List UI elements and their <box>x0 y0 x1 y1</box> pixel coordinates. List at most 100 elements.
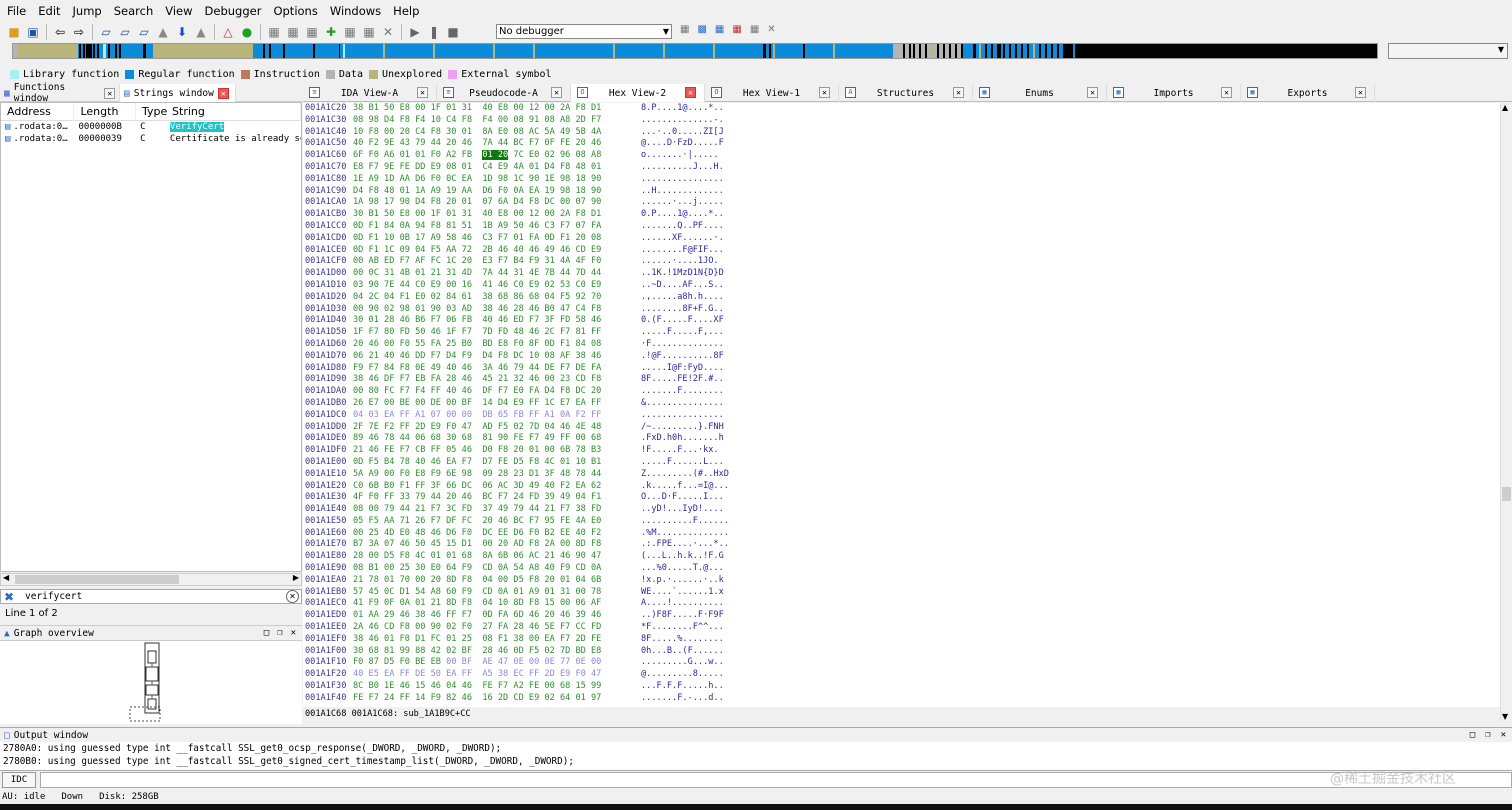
table-row[interactable]: ▤ .rodata:0… 00000039 C Certificate is al… <box>1 133 301 145</box>
play-icon[interactable]: ▶ <box>407 24 423 40</box>
hex-row[interactable]: 001A1D90 38 46 DF F7 EB FA 28 46 45 21 32… <box>303 374 1500 386</box>
column-header-type[interactable]: Type <box>136 102 167 121</box>
hex-row[interactable]: 001A1DC0 04 03 EA FF A1 07 00 00 DB 65 FB… <box>303 410 1500 422</box>
hex-row[interactable]: 001A1C60 6F F0 A6 01 01 F0 A2 FB 01 20 7C… <box>303 150 1500 162</box>
tools-icon[interactable]: ✕ <box>767 24 775 35</box>
hex-row[interactable]: 001A1C20 38 B1 50 E8 00 1F 01 31 40 E8 00… <box>303 103 1500 115</box>
hex-view[interactable]: 001A1C20 38 B1 50 E8 00 1F 01 31 40 E8 00… <box>303 103 1500 707</box>
menu-item-debugger[interactable]: Debugger <box>200 0 269 22</box>
hex-row[interactable]: 001A1EB0 57 45 0C D1 54 A8 60 F9 CD 0A 01… <box>303 587 1500 599</box>
column-header-address[interactable]: Address <box>1 102 75 121</box>
hex-row[interactable]: 001A1DE0 89 46 78 44 06 68 30 68 81 90 FE… <box>303 433 1500 445</box>
hex-row[interactable]: 001A1CB0 30 B1 50 E8 00 1F 01 31 40 E8 00… <box>303 209 1500 221</box>
hex-row[interactable]: 001A1D40 30 01 28 46 B6 F7 06 FB 40 46 ED… <box>303 315 1500 327</box>
hex-row[interactable]: 001A1C80 1E A9 1D AA D6 F0 0C EA 1D 98 1C… <box>303 174 1500 186</box>
filter-input[interactable] <box>25 591 286 602</box>
tab-hex-view-2[interactable]: O Hex View-2 ✕ <box>571 84 705 102</box>
hex-row[interactable]: 001A1DF0 21 46 FE F7 CB FF 05 46 D0 F8 20… <box>303 445 1500 457</box>
hex-row[interactable]: 001A1EC0 41 F9 0F 0A 01 21 8D F8 04 10 8D… <box>303 598 1500 610</box>
hex-row[interactable]: 001A1D00 00 0C 31 4B 01 21 31 4D 7A 44 31… <box>303 268 1500 280</box>
vertical-scrollbar[interactable]: ▲ ▼ <box>1500 103 1512 721</box>
menu-item-edit[interactable]: Edit <box>33 0 67 22</box>
debugger-select[interactable]: No debugger ▼ <box>496 24 672 39</box>
close-icon[interactable]: ✕ <box>417 87 428 98</box>
menu-item-options[interactable]: Options <box>268 0 324 22</box>
hex-row[interactable]: 001A1F40 FE F7 24 FF 14 F9 82 46 16 2D CD… <box>303 693 1500 705</box>
search-binary-icon[interactable]: ▱ <box>117 24 133 40</box>
graph-icon[interactable]: ▦ <box>750 24 759 35</box>
close-icon[interactable]: ✕ <box>104 87 115 99</box>
tab-structures[interactable]: A Structures ✕ <box>839 84 973 102</box>
stop-icon[interactable]: ■ <box>445 24 461 40</box>
code-icon[interactable]: ▦ <box>266 24 282 40</box>
clear-icon[interactable]: ✕ <box>286 590 299 603</box>
menu-item-view[interactable]: View <box>160 0 199 22</box>
menu-item-search[interactable]: Search <box>109 0 161 22</box>
table-row[interactable]: ▤ .rodata:0… 0000000B C VerifyCert <box>1 121 301 133</box>
idc-input[interactable] <box>40 771 1512 788</box>
hex-row[interactable]: 001A1D60 20 46 00 F0 55 FA 25 B0 BD E8 F0… <box>303 339 1500 351</box>
trace-icon[interactable]: ▦ <box>715 24 724 35</box>
hex-row[interactable]: 001A1D30 00 90 02 98 01 90 03 AD 38 46 28… <box>303 304 1500 316</box>
hex-row[interactable]: 001A1C70 E8 F7 9E FE DD E9 08 01 C4 E9 4A… <box>303 162 1500 174</box>
down-arrow-icon[interactable]: ⬇ <box>174 24 190 40</box>
data-icon[interactable]: ▦ <box>285 24 301 40</box>
hex-row[interactable]: 001A1F20 40 E5 EA FF DE 50 EA FF A5 38 EC… <box>303 669 1500 681</box>
breakpoint-icon[interactable]: ▦ <box>680 24 689 35</box>
hex-row[interactable]: 001A1CA0 1A 98 17 90 D4 F8 20 01 07 6A D4… <box>303 197 1500 209</box>
hex-row[interactable]: 001A1EA0 21 78 01 70 00 20 8D F8 04 00 D5… <box>303 575 1500 587</box>
attach-icon[interactable]: ▩ <box>697 24 706 35</box>
scroll-left-icon[interactable]: ◀ <box>3 573 9 582</box>
tab-imports[interactable]: ▦ Imports ✕ <box>1107 84 1241 102</box>
float-icon[interactable]: □ <box>264 628 269 638</box>
hex-row[interactable]: 001A1F10 F0 87 D5 F0 BE EB 00 BF AE 47 0E… <box>303 657 1500 669</box>
tab-pseudocode-a[interactable]: ≡ Pseudocode-A ✕ <box>437 84 571 102</box>
close-icon[interactable]: ✕ <box>1501 730 1506 740</box>
close-icon[interactable]: ✕ <box>953 87 964 98</box>
hex-row[interactable]: 001A1F00 30 68 81 99 88 42 02 BF 28 46 0D… <box>303 646 1500 658</box>
tab-ida-view-a[interactable]: ≡ IDA View-A ✕ <box>303 84 437 102</box>
plugin-icon[interactable]: ▦ <box>342 24 358 40</box>
menu-item-file[interactable]: File <box>2 0 33 22</box>
delete-icon[interactable]: ✕ <box>380 24 396 40</box>
hex-row[interactable]: 001A1DA0 00 80 FC F7 F4 FF 40 46 DF F7 E0… <box>303 386 1500 398</box>
tab-strings-window[interactable]: ▤ Strings window ✕ <box>120 84 236 102</box>
hex-row[interactable]: 001A1C40 10 F8 00 20 C4 F8 30 01 8A E0 08… <box>303 127 1500 139</box>
hex-row[interactable]: 001A1D70 06 21 40 46 DD F7 D4 F9 D4 F8 DC… <box>303 351 1500 363</box>
hex-row[interactable]: 001A1CE0 0D F1 1C 09 04 F5 AA 72 2B 46 40… <box>303 245 1500 257</box>
hex-row[interactable]: 001A1E10 5A A9 00 F0 E8 F9 6E 98 09 28 23… <box>303 469 1500 481</box>
forward-icon[interactable]: ⇨ <box>71 24 87 40</box>
pause-icon[interactable]: ❚ <box>426 24 442 40</box>
float-icon[interactable]: □ <box>1470 730 1475 740</box>
restore-icon[interactable]: ❐ <box>277 628 282 638</box>
hex-row[interactable]: 001A1E80 28 00 D5 F8 4C 01 01 68 8A 6B 06… <box>303 551 1500 563</box>
hex-row[interactable]: 001A1F30 8C B0 1E 46 15 46 04 46 FE F7 A2… <box>303 681 1500 693</box>
hex-row[interactable]: 001A1EE0 2A 46 CD F8 00 90 02 F0 27 FA 28… <box>303 622 1500 634</box>
close-icon[interactable]: ✕ <box>551 87 562 98</box>
menu-item-windows[interactable]: Windows <box>325 0 388 22</box>
undefine-icon[interactable]: ▦ <box>361 24 377 40</box>
hex-row[interactable]: 001A1E70 B7 3A 07 46 50 45 15 D1 00 20 AD… <box>303 539 1500 551</box>
save-icon[interactable]: ▣ <box>25 24 41 40</box>
hex-row[interactable]: 001A1CC0 0D F1 84 0A 94 F8 81 51 1B A9 50… <box>303 221 1500 233</box>
hex-row[interactable]: 001A1ED0 01 AA 29 46 38 46 FF F7 0D FA 6D… <box>303 610 1500 622</box>
hex-row[interactable]: 001A1E50 05 F5 AA 71 26 F7 DF FC 20 46 BC… <box>303 516 1500 528</box>
open-icon[interactable]: ■ <box>6 24 22 40</box>
menu-item-help[interactable]: Help <box>388 0 426 22</box>
tab-exports[interactable]: ▦ Exports ✕ <box>1241 84 1375 102</box>
idc-button[interactable]: IDC <box>2 771 36 788</box>
close-icon[interactable]: ✕ <box>1087 87 1098 98</box>
close-icon[interactable]: ✕ <box>291 628 296 638</box>
step-icon[interactable]: ▦ <box>732 24 741 35</box>
hex-row[interactable]: 001A1DD0 2F 7E F2 FF 2D E9 F0 47 AD F5 02… <box>303 422 1500 434</box>
search-next-icon[interactable]: ▱ <box>136 24 152 40</box>
column-header-string[interactable]: String <box>166 102 301 121</box>
scroll-down-icon[interactable]: ▼ <box>1502 712 1508 721</box>
tab-hex-view-1[interactable]: O Hex View-1 ✕ <box>705 84 839 102</box>
column-header-length[interactable]: Length <box>74 102 137 121</box>
close-icon[interactable]: ✕ <box>819 87 830 98</box>
filter-close-icon[interactable]: ✖ <box>1 590 17 604</box>
tab-enums[interactable]: ▦ Enums ✕ <box>973 84 1107 102</box>
hex-row[interactable]: 001A1C50 40 F2 9E 43 79 44 20 46 7A 44 BC… <box>303 138 1500 150</box>
navigation-dropdown[interactable]: ▼ <box>1388 43 1508 59</box>
